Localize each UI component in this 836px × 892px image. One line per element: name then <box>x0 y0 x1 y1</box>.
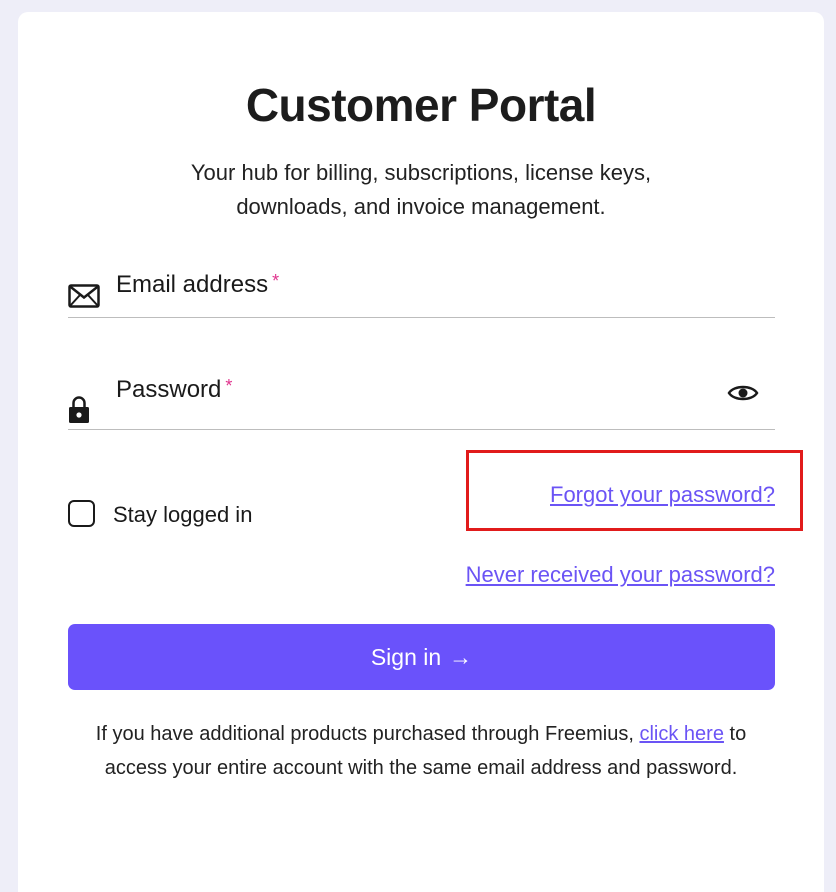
email-field-label: Email address * <box>116 271 280 298</box>
never-received-password-link[interactable]: Never received your password? <box>466 562 775 588</box>
forgot-password-link[interactable]: Forgot your password? <box>550 482 775 508</box>
email-field[interactable]: Email address * <box>68 268 775 318</box>
login-card: Customer Portal Your hub for billing, su… <box>18 12 824 892</box>
stay-logged-in-checkbox[interactable] <box>68 500 95 527</box>
sign-in-button[interactable]: Sign in → <box>68 624 775 690</box>
click-here-link[interactable]: click here <box>639 723 723 745</box>
eye-icon[interactable] <box>727 382 759 409</box>
sign-in-label: Sign in <box>370 643 442 670</box>
footer-text-before: If you have additional products purchase… <box>95 723 634 745</box>
required-marker: * <box>225 376 233 396</box>
page-title: Customer Portal <box>245 79 597 131</box>
password-field-label: Password * <box>116 376 233 403</box>
lock-icon <box>68 394 90 429</box>
footer-note: If you have additional products purchase… <box>88 717 754 785</box>
envelope-icon <box>68 284 100 313</box>
page-subtitle: Your hub for billing, subscriptions, lic… <box>190 160 652 219</box>
required-marker: * <box>272 271 280 291</box>
stay-logged-in-label[interactable]: Stay logged in <box>113 502 252 528</box>
password-field[interactable]: Password * <box>68 374 775 430</box>
arrow-right-icon: → <box>449 643 473 670</box>
